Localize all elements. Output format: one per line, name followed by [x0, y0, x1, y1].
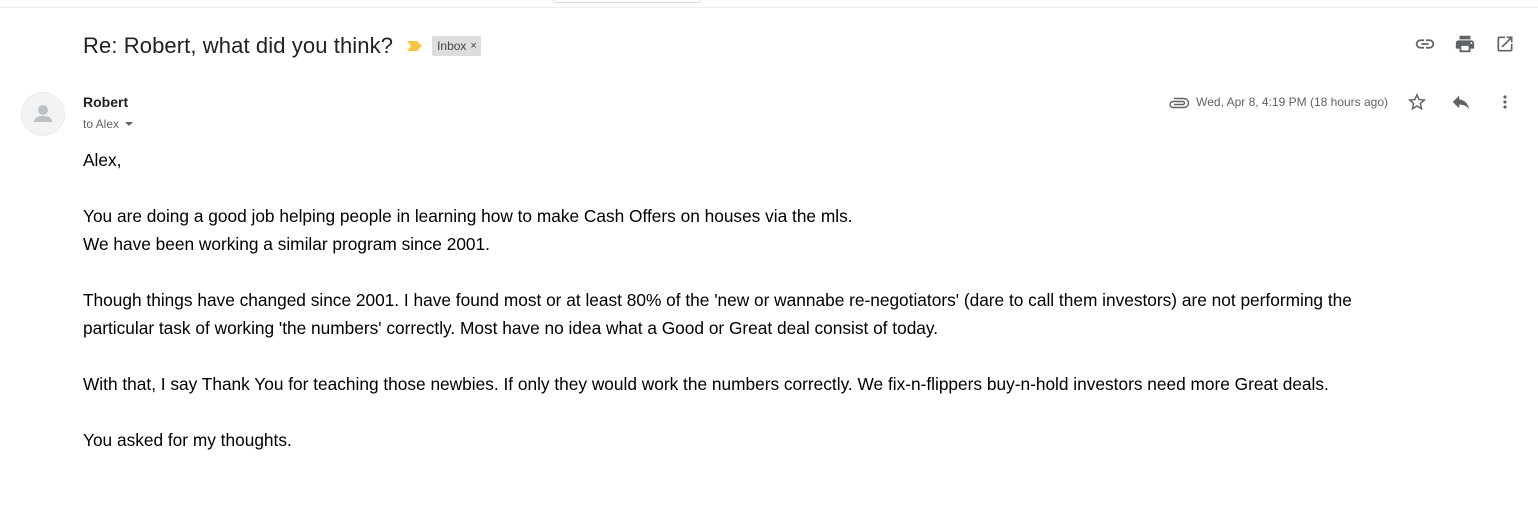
body-line: You asked for my thoughts. — [83, 430, 292, 450]
thread-actions — [1414, 33, 1516, 55]
inbox-label-chip[interactable]: Inbox × — [432, 36, 481, 56]
inbox-label-text: Inbox — [437, 39, 467, 53]
subject-row: Re: Robert, what did you think? Inbox × — [83, 31, 481, 61]
link-icon[interactable] — [1414, 33, 1436, 55]
importance-marker-icon[interactable] — [406, 38, 424, 54]
email-subject: Re: Robert, what did you think? — [83, 33, 394, 58]
default-avatar-icon[interactable] — [21, 92, 65, 136]
body-line: We have been working a similar program s… — [83, 234, 490, 254]
recipient-details[interactable]: to Alex — [83, 117, 134, 131]
top-divider — [0, 7, 1538, 8]
message-meta: Wed, Apr 8, 4:19 PM (18 hours ago) — [1168, 91, 1516, 113]
recipient-dropdown-icon[interactable] — [125, 122, 134, 126]
sender-name[interactable]: Robert — [83, 94, 128, 110]
body-line: particular task of working 'the numbers'… — [83, 318, 939, 338]
recipient-text: to Alex — [83, 117, 120, 131]
message-date: Wed, Apr 8, 4:19 PM (18 hours ago) — [1196, 95, 1388, 109]
reply-icon[interactable] — [1450, 91, 1472, 113]
body-greeting: Alex, — [83, 150, 122, 170]
attachment-icon — [1168, 96, 1190, 109]
email-body: Alex, You are doing a good job helping p… — [83, 146, 1503, 454]
remove-label-icon[interactable]: × — [470, 38, 476, 54]
open-in-new-window-icon[interactable] — [1494, 33, 1516, 55]
star-icon[interactable] — [1406, 91, 1428, 113]
print-icon[interactable] — [1454, 33, 1476, 55]
body-line: Though things have changed since 2001. I… — [83, 290, 1352, 310]
more-vertical-icon[interactable] — [1494, 91, 1516, 113]
body-line: With that, I say Thank You for teaching … — [83, 374, 1329, 394]
body-line: You are doing a good job helping people … — [83, 206, 853, 226]
top-handle — [553, 0, 701, 3]
